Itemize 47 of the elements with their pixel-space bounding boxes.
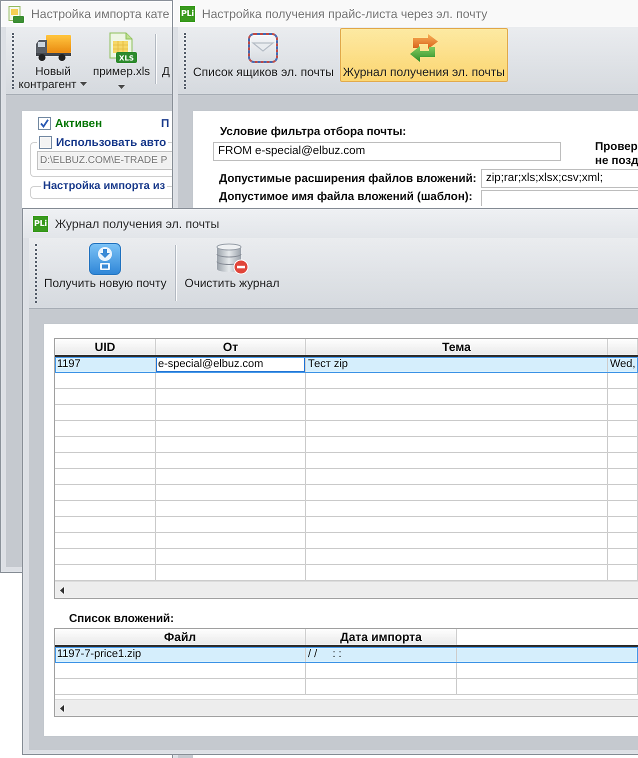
exchange-arrows-icon	[408, 33, 440, 63]
toolbar-button[interactable]: Список ящиков эл. почты	[190, 28, 337, 82]
field-label: Допустимые расширения файлов вложений:	[218, 172, 478, 186]
column-header[interactable]: Дата импорта	[306, 629, 457, 645]
envelope-icon	[248, 33, 278, 63]
column-header[interactable]	[608, 339, 638, 355]
column-header[interactable]: Тема	[306, 339, 608, 355]
horizontal-scrollbar[interactable]	[55, 581, 638, 598]
checkbox-label: Использовать авто	[56, 136, 166, 148]
database-remove-icon	[214, 243, 249, 275]
checkbox[interactable]	[39, 136, 52, 149]
extensions-field[interactable]: zip;rar;xls;xlsx;csv;xml;	[481, 169, 638, 188]
column-header[interactable]: UID	[55, 339, 156, 355]
toolbar-button[interactable]: Очистить журнал	[182, 239, 282, 293]
dropdown-button[interactable]: Новый контрагент	[15, 28, 91, 95]
caret-icon	[118, 85, 125, 89]
table-row[interactable]: 1197 e-special@elbuz.com Тест zip Wed,	[55, 357, 638, 373]
left-arrow-icon	[60, 586, 64, 594]
window-title: Журнал получения эл. почты	[54, 216, 220, 230]
column-header[interactable]: Файл	[55, 629, 306, 645]
download-icon	[89, 243, 122, 275]
field-label: Условие фильтра отбора почты:	[220, 125, 406, 139]
toolbar-button[interactable]: Получить новую почту	[41, 239, 170, 293]
group-title: Настройка импорта из	[43, 180, 166, 192]
field-label: Провер	[595, 140, 638, 154]
window-title: Настройка импорта кате	[31, 7, 170, 21]
checkbox-label: Активен	[55, 118, 102, 130]
toolbar-button[interactable]: Д	[160, 28, 172, 82]
checkbox[interactable]	[38, 117, 51, 130]
filter-field[interactable]: FROM e-special@elbuz.com	[213, 142, 561, 161]
column-header[interactable]: От	[156, 339, 306, 355]
table-row[interactable]: 1197-7-price1.zip / / : :	[55, 647, 638, 663]
template-field[interactable]	[481, 190, 638, 206]
app-logo: PLi	[33, 216, 48, 232]
field-label: Допустимое имя файла вложений (шаблон):	[218, 190, 474, 204]
toolbar-button[interactable]: Журнал получения эл. почты	[340, 28, 508, 82]
horizontal-scrollbar[interactable]	[55, 699, 638, 716]
spreadsheet-icon	[8, 6, 24, 22]
truck-icon	[35, 34, 71, 62]
window-title: Настройка получения прайс-листа через эл. почту	[202, 6, 488, 20]
app-logo: PLi	[180, 6, 195, 22]
caret-icon	[80, 82, 88, 86]
table-cell: e-special@elbuz.com	[156, 357, 306, 373]
section-label: Список вложений:	[69, 612, 175, 626]
left-arrow-icon	[60, 704, 64, 712]
field-label: не позд	[595, 154, 638, 168]
section-label: П	[161, 118, 170, 130]
